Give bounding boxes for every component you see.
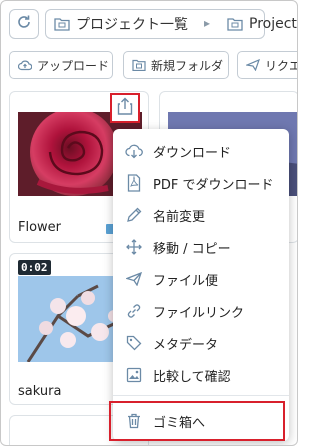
folder-icon <box>54 17 70 31</box>
menu-item-file-link[interactable]: ファイルリンク <box>113 295 289 327</box>
menu-item-label: 比較して確認 <box>153 369 231 385</box>
menu-item-rename[interactable]: 名前変更 <box>113 199 289 231</box>
file-name: Flower <box>18 220 62 235</box>
pencil-icon <box>124 207 144 223</box>
new-folder-button[interactable]: 新規フォルダ <box>123 51 229 79</box>
breadcrumb-label: プロジェクト一覧 <box>76 17 188 33</box>
file-name: sakura <box>18 384 62 399</box>
menu-item-label: ダウンロード <box>153 145 232 161</box>
menu-item-compare[interactable]: 比較して確認 <box>113 359 289 391</box>
menu-item-download[interactable]: ダウンロード <box>113 135 289 167</box>
upload-button[interactable]: アップロード <box>9 51 113 79</box>
pdf-file-icon <box>124 174 144 192</box>
request-label: リクエ <box>265 58 298 73</box>
duration-badge: 0:02 <box>18 260 51 275</box>
refresh-button[interactable] <box>9 9 39 39</box>
share-icon <box>117 97 133 119</box>
cloud-download-icon <box>124 143 144 159</box>
paper-plane-icon <box>246 59 260 71</box>
new-folder-label: 新規フォルダ <box>151 58 224 73</box>
cloud-upload-icon <box>18 59 32 71</box>
menu-item-label: 名前変更 <box>153 209 206 225</box>
file-action-menu: ダウンロード PDF でダウンロード 名前変更 移動 / コピー ファイル便 フ… <box>113 129 289 441</box>
share-button[interactable] <box>110 93 140 123</box>
menu-item-label: ファイルリンク <box>153 305 245 321</box>
menu-item-label: PDF でダウンロード <box>153 177 274 193</box>
tag-icon <box>124 335 144 351</box>
folder-icon <box>227 17 243 31</box>
breadcrumb-separator: ▸ <box>204 16 211 30</box>
compare-image-icon <box>124 367 144 383</box>
app-frame: プロジェクト一覧 ▸ Project-2 アップロード 新規フォルダ リクエ <box>0 0 298 446</box>
menu-item-file-delivery[interactable]: ファイル便 <box>113 263 289 295</box>
move-icon <box>124 239 144 255</box>
menu-item-pdf-download[interactable]: PDF でダウンロード <box>113 167 289 199</box>
breadcrumb-project-2[interactable]: Project-2 <box>219 9 297 39</box>
upload-label: アップロード <box>37 58 110 73</box>
request-button[interactable]: リクエ <box>237 51 298 79</box>
menu-divider <box>113 395 289 396</box>
breadcrumb-label: Project-2 <box>249 16 297 32</box>
menu-item-metadata[interactable]: メタデータ <box>113 327 289 359</box>
menu-item-label: ファイル便 <box>153 273 219 289</box>
top-nav: プロジェクト一覧 ▸ Project-2 <box>1 1 297 43</box>
refresh-icon <box>16 14 32 34</box>
paper-plane-icon <box>124 272 144 286</box>
menu-item-move-copy[interactable]: 移動 / コピー <box>113 231 289 263</box>
menu-item-label: 移動 / コピー <box>153 241 231 257</box>
trash-highlight-box <box>109 401 285 441</box>
menu-item-label: メタデータ <box>153 337 219 353</box>
new-folder-icon <box>132 59 146 71</box>
link-icon <box>124 303 144 319</box>
